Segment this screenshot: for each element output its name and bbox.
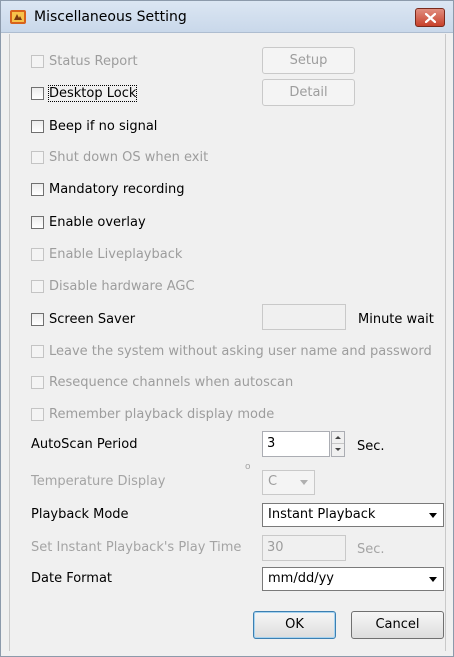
instant-playtime-input[interactable]: 30 [262,535,346,561]
enable-overlay-checkbox[interactable] [31,215,44,229]
date-format-select[interactable]: mm/dd/yy [262,567,444,591]
chevron-down-icon [429,577,437,582]
degree-symbol: o [245,462,251,472]
spin-down-button[interactable] [332,444,344,456]
autoscan-unit: Sec. [357,439,385,454]
leave-system-label: Leave the system without asking user nam… [49,343,432,359]
spin-down-icon [335,448,341,451]
desktop-lock-checkbox[interactable] [31,86,44,100]
beep-no-signal-option[interactable]: Beep if no signal [31,116,157,136]
ok-button[interactable]: OK [253,611,336,639]
settings-app-icon [10,10,26,24]
status-report-checkbox[interactable] [31,54,44,68]
enable-liveplayback-checkbox[interactable] [31,247,44,261]
chevron-down-icon [429,513,437,518]
resequence-checkbox[interactable] [31,375,44,389]
status-report-label: Status Report [49,53,138,69]
mandatory-recording-option[interactable]: Mandatory recording [31,179,185,199]
close-icon [425,13,436,23]
cancel-button[interactable]: Cancel [351,611,444,639]
playback-mode-label: Playback Mode [31,507,129,522]
date-format-label: Date Format [31,571,113,586]
mandatory-recording-label: Mandatory recording [49,181,185,197]
resequence-option[interactable]: Resequence channels when autoscan [31,372,293,392]
beep-no-signal-label: Beep if no signal [49,118,158,134]
shutdown-os-label: Shut down OS when exit [49,149,209,165]
leave-system-checkbox[interactable] [31,344,44,358]
screen-saver-checkbox[interactable] [31,312,44,326]
leave-system-option[interactable]: Leave the system without asking user nam… [31,341,432,361]
enable-liveplayback-label: Enable Liveplayback [49,246,183,262]
disable-agc-checkbox[interactable] [31,279,44,293]
screen-saver-unit: Minute wait [358,312,434,327]
screen-saver-option[interactable]: Screen Saver [31,309,135,329]
resequence-label: Resequence channels when autoscan [49,374,294,390]
autoscan-label: AutoScan Period [31,437,138,452]
beep-no-signal-checkbox[interactable] [31,119,44,133]
mandatory-recording-checkbox[interactable] [31,182,44,196]
dialog-body: Status Report Setup Desktop Lock Detail … [9,34,446,651]
temperature-label: Temperature Display [31,474,166,489]
date-format-value: mm/dd/yy [268,571,334,586]
miscellaneous-setting-dialog: Miscellaneous Setting Status Report Setu… [0,0,454,657]
enable-overlay-label: Enable overlay [49,214,146,230]
temperature-unit-select[interactable]: C [262,470,315,495]
spin-up-icon [335,436,341,439]
desktop-lock-option[interactable]: Desktop Lock [31,83,138,103]
status-report-option[interactable]: Status Report [31,51,138,71]
close-button[interactable] [415,8,445,27]
spin-up-button[interactable] [332,432,344,444]
title-bar[interactable]: Miscellaneous Setting [1,1,453,33]
window-title: Miscellaneous Setting [34,9,187,25]
enable-overlay-option[interactable]: Enable overlay [31,212,146,232]
enable-liveplayback-option[interactable]: Enable Liveplayback [31,244,182,264]
instant-playtime-label: Set Instant Playback's Play Time [31,540,242,555]
shutdown-os-option[interactable]: Shut down OS when exit [31,147,208,167]
disable-agc-option[interactable]: Disable hardware AGC [31,276,195,296]
remember-playback-checkbox[interactable] [31,407,44,421]
chevron-down-icon [300,480,308,485]
detail-button[interactable]: Detail [262,79,355,106]
playback-mode-value: Instant Playback [268,507,376,522]
remember-playback-option[interactable]: Remember playback display mode [31,404,274,424]
screen-saver-label: Screen Saver [49,311,136,327]
disable-agc-label: Disable hardware AGC [49,278,195,294]
remember-playback-label: Remember playback display mode [49,406,275,422]
autoscan-spinner[interactable] [331,431,345,457]
screen-saver-minutes-input[interactable] [262,304,346,330]
setup-button[interactable]: Setup [262,47,355,74]
autoscan-period-input[interactable]: 3 [262,431,330,457]
playback-mode-select[interactable]: Instant Playback [262,503,444,527]
instant-playtime-unit: Sec. [357,542,385,557]
shutdown-os-checkbox[interactable] [31,150,44,164]
temperature-unit-value: C [268,474,278,489]
desktop-lock-label: Desktop Lock [47,84,138,102]
